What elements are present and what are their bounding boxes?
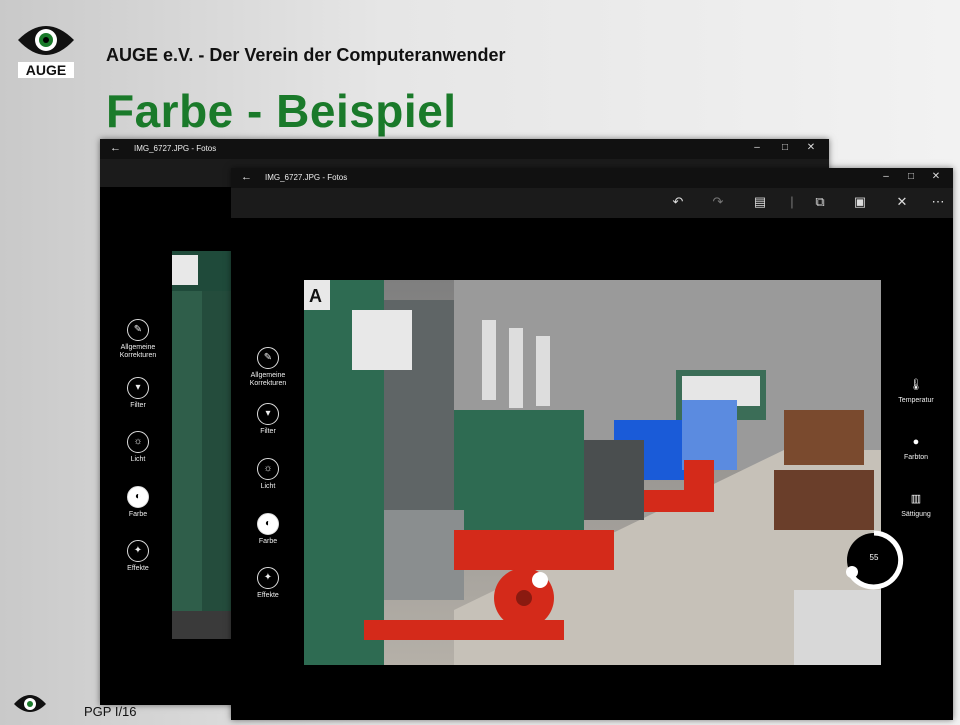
photo-sign-text: A	[309, 286, 322, 306]
saturation-icon: ▥	[910, 493, 922, 505]
wrench-icon: ✎	[257, 347, 279, 369]
save-icon[interactable]: ▣	[851, 194, 869, 210]
wrench-icon: ✎	[127, 319, 149, 341]
tool-label: Allgemeine Korrekturen	[249, 372, 287, 387]
sun-icon: ☼	[127, 431, 149, 453]
tool-label: Effekte	[257, 592, 279, 599]
tint-icon: ●	[912, 436, 920, 448]
tool-allgemeine-korrekturen[interactable]: ✎ Allgemeine Korrekturen	[110, 319, 166, 360]
tool-label: Sättigung	[901, 511, 931, 518]
effects-icon: ✦	[127, 540, 149, 562]
thermometer-icon: 🌡	[909, 379, 923, 391]
tool-label: Allgemeine Korrekturen	[119, 344, 157, 359]
effects-icon: ✦	[257, 567, 279, 589]
more-icon[interactable]: ⋯	[929, 194, 947, 210]
tool-effekte[interactable]: ✦ Effekte	[110, 540, 166, 573]
logo-text: AUGE	[25, 62, 67, 78]
tool-temperatur[interactable]: 🌡 Temperatur	[886, 376, 946, 404]
tool-label: Filter	[260, 428, 276, 435]
tool-licht[interactable]: ☼ Licht	[110, 431, 166, 464]
footer-text: PGP I/16	[84, 704, 137, 719]
filter-icon: ▾	[257, 403, 279, 425]
window-title: IMG_6727.JPG - Fotos	[265, 173, 348, 182]
tool-label: Licht	[260, 483, 276, 490]
edited-photo: A	[304, 280, 881, 665]
tool-label: Licht	[130, 456, 146, 463]
tool-farbe[interactable]: ◐ Farbe	[110, 486, 166, 519]
tool-label: Effekte	[127, 565, 149, 572]
close-icon[interactable]: ✕	[804, 142, 818, 153]
tool-label: Farbe	[128, 511, 148, 518]
auge-logo: AUGE	[14, 18, 78, 82]
redo-icon[interactable]: ↷	[709, 194, 727, 210]
palette-icon: ◐	[257, 513, 279, 535]
minimize-icon[interactable]: –	[750, 142, 764, 153]
tool-effekte[interactable]: ✦ Effekte	[240, 567, 296, 600]
tool-farbton[interactable]: ● Farbton	[886, 433, 946, 461]
window-title: IMG_6727.JPG - Fotos	[134, 144, 217, 153]
sun-icon: ☼	[257, 458, 279, 480]
toolbar: ↶ ↷ ▤ | ⧉ ▣ ✕ ⋯	[231, 188, 953, 218]
minimize-icon[interactable]: –	[879, 171, 893, 182]
filter-icon: ▾	[127, 377, 149, 399]
maximize-icon[interactable]: □	[778, 142, 792, 153]
back-arrow-icon[interactable]: ←	[110, 142, 121, 154]
palette-icon: ◐	[127, 486, 149, 508]
maximize-icon[interactable]: □	[904, 171, 918, 182]
footer-logo	[12, 690, 48, 720]
tool-filter[interactable]: ▾ Filter	[240, 403, 296, 436]
tool-label: Farbton	[903, 454, 929, 461]
tool-label: Filter	[130, 402, 146, 409]
tool-filter[interactable]: ▾ Filter	[110, 377, 166, 410]
tool-farbe[interactable]: ◐ Farbe	[240, 513, 296, 546]
tool-saettigung[interactable]: ▥ Sättigung	[886, 490, 946, 518]
slide-title: Farbe - Beispiel	[106, 85, 457, 137]
tool-licht[interactable]: ☼ Licht	[240, 458, 296, 491]
undo-icon[interactable]: ↶	[669, 194, 687, 210]
back-arrow-icon[interactable]: ←	[241, 171, 252, 183]
cancel-icon[interactable]: ✕	[893, 194, 911, 210]
adjustment-dial[interactable]: 55	[844, 530, 904, 590]
titlebar: ← IMG_6727.JPG - Fotos – □ ✕	[231, 168, 953, 188]
tool-allgemeine-korrekturen[interactable]: ✎ Allgemeine Korrekturen	[240, 347, 296, 388]
titlebar: ← IMG_6727.JPG - Fotos – □ ✕	[100, 139, 829, 159]
tool-label: Temperatur	[898, 397, 934, 404]
dial-value: 55	[869, 553, 879, 562]
tool-label: Farbe	[258, 538, 278, 545]
compare-icon[interactable]: ▤	[751, 194, 769, 210]
organization-name: AUGE e.V. - Der Verein der Computeranwen…	[106, 45, 506, 65]
separator-icon: |	[790, 194, 794, 209]
photos-window-front: ← IMG_6727.JPG - Fotos – □ ✕ ↶ ↷ ▤ | ⧉ ▣…	[231, 168, 953, 720]
save-copy-icon[interactable]: ⧉	[811, 194, 829, 210]
photo-back	[172, 251, 232, 639]
close-icon[interactable]: ✕	[929, 171, 943, 182]
